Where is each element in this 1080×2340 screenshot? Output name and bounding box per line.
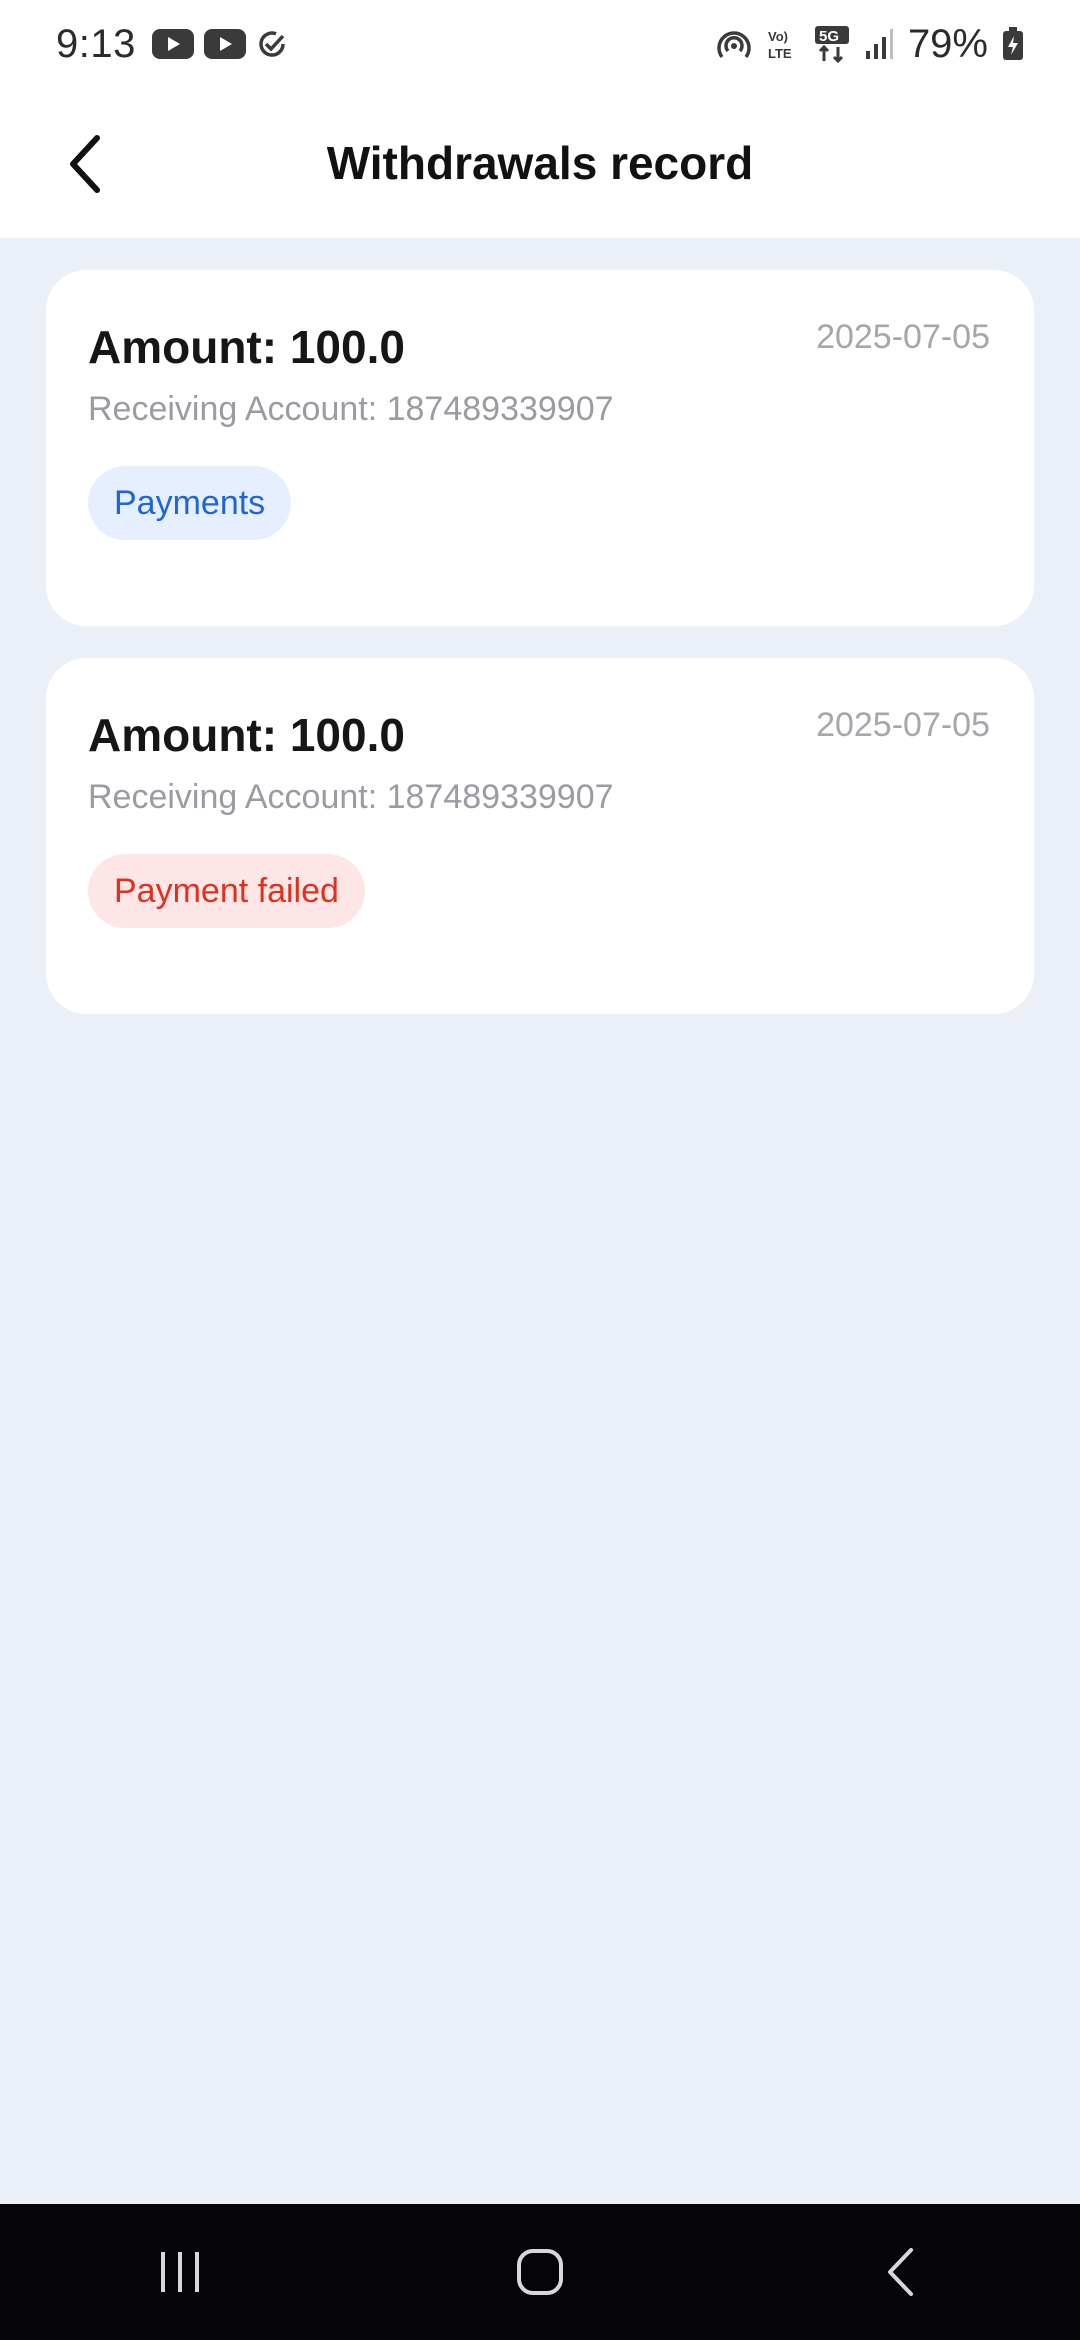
back-button[interactable]	[50, 124, 120, 204]
record-receiving-account: Receiving Account: 187489339907	[88, 390, 614, 428]
status-bar-right: Vo) LTE 5G 79%	[716, 22, 1024, 67]
record-date: 2025-07-05	[816, 318, 990, 356]
check-circle-icon	[256, 28, 288, 60]
signal-icon	[864, 27, 894, 61]
volte-icon: Vo) LTE	[766, 27, 800, 61]
status-time: 9:13	[56, 21, 136, 66]
app-header: Withdrawals record	[0, 88, 1080, 238]
record-receiving-account: Receiving Account: 187489339907	[88, 778, 614, 816]
svg-text:5G: 5G	[819, 28, 839, 45]
home-icon	[516, 2248, 564, 2296]
page-title: Withdrawals record	[326, 137, 754, 189]
record-date: 2025-07-05	[816, 706, 990, 744]
youtube-icon	[151, 29, 194, 59]
battery-percentage: 79%	[907, 21, 988, 66]
system-navigation-bar	[0, 2204, 1080, 2340]
status-badge: Payments	[88, 466, 292, 540]
record-amount: Amount: 100.0	[88, 709, 405, 761]
svg-text:LTE: LTE	[768, 46, 792, 61]
recent-apps-icon	[157, 2250, 203, 2294]
status-bar-left: 9:13	[56, 22, 288, 67]
svg-text:Vo): Vo)	[768, 29, 788, 44]
back-nav-button[interactable]	[800, 2222, 1000, 2322]
hotspot-icon	[716, 27, 752, 61]
back-icon	[885, 2247, 915, 2297]
home-button[interactable]	[440, 2222, 640, 2322]
status-bar: 9:13 Vo) LTE 5G 79%	[0, 0, 1080, 88]
back-arrow-icon	[65, 134, 105, 194]
youtube-icon	[203, 29, 246, 59]
record-amount: Amount: 100.0	[88, 321, 405, 373]
withdrawal-record-card[interactable]: Amount: 100.0 2025-07-05 Receiving Accou…	[46, 658, 1034, 1014]
battery-charging-icon	[1002, 27, 1024, 61]
recent-apps-button[interactable]	[80, 2222, 280, 2322]
5g-icon: 5G	[814, 25, 850, 63]
withdrawal-record-list: Amount: 100.0 2025-07-05 Receiving Accou…	[46, 270, 1034, 1046]
withdrawal-record-card[interactable]: Amount: 100.0 2025-07-05 Receiving Accou…	[46, 270, 1034, 626]
status-badge: Payment failed	[88, 854, 365, 928]
